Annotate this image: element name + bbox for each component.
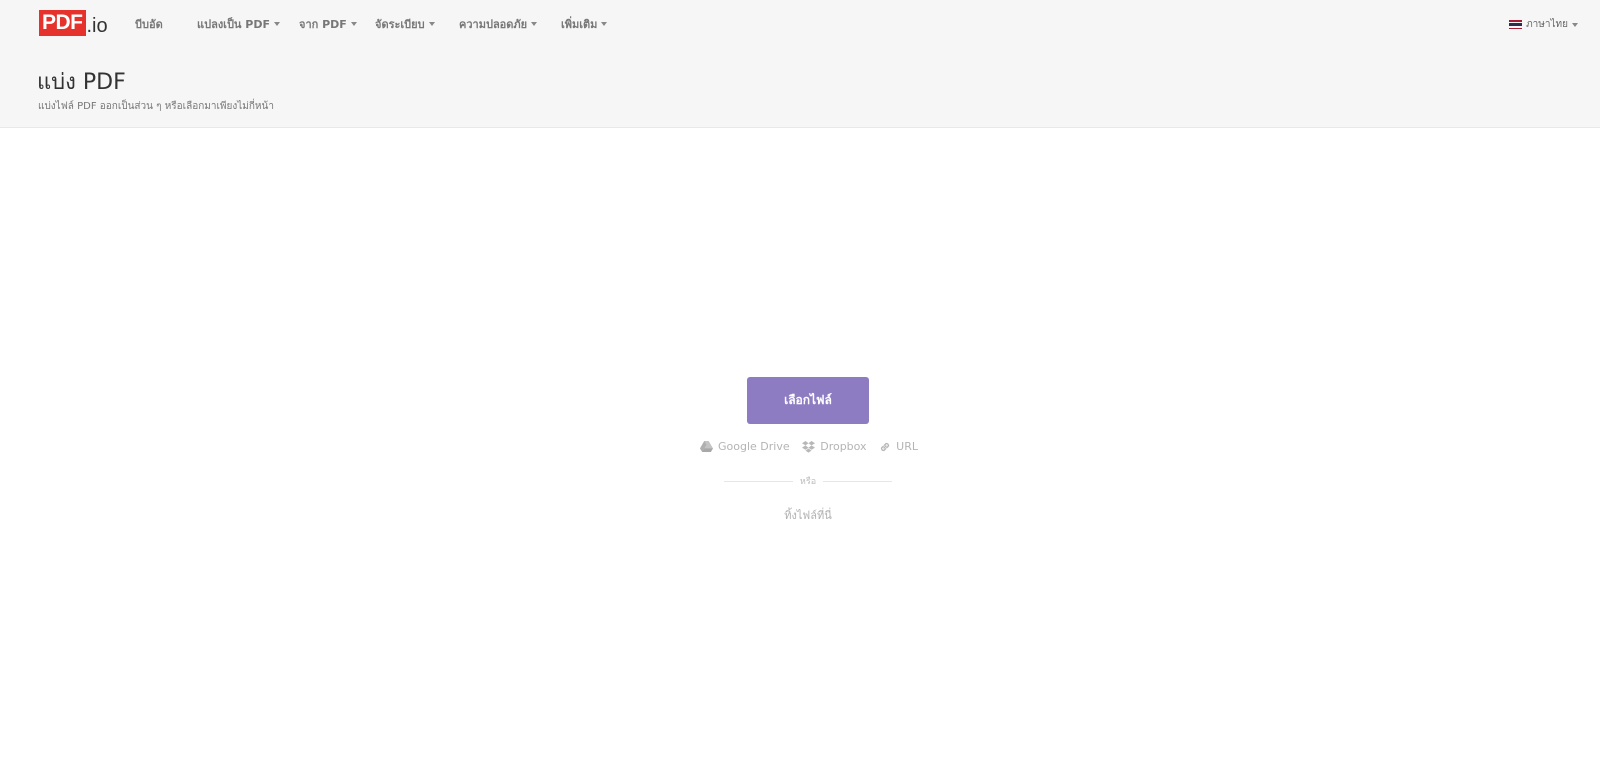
page-subtitle: แบ่งไฟล์ PDF ออกเป็นส่วน ๆ หรือเลือกมาเพ… (38, 101, 274, 112)
nav-convert-to-pdf[interactable]: แปลงเป็น PDF (197, 15, 280, 33)
language-label: ภาษาไทย (1526, 19, 1568, 30)
upload-sources: Google Drive Dropbox URL (700, 440, 918, 453)
thai-flag-icon (1509, 20, 1523, 29)
link-icon (881, 442, 890, 451)
page-title: แบ่ง PDF (37, 70, 126, 95)
google-drive-icon (700, 441, 713, 452)
nav-from-pdf[interactable]: จาก PDF (299, 15, 357, 33)
chevron-down-icon (531, 22, 538, 26)
drop-zone-text: ทิ้งไฟล์ที่นี่ (784, 509, 832, 522)
or-text: หรือ (799, 477, 817, 487)
url-button[interactable]: URL (879, 440, 918, 453)
chevron-down-icon (273, 22, 280, 26)
nav-security-label: ความปลอดภัย (459, 18, 528, 31)
nav-organize[interactable]: จัดระเบียบ (375, 15, 435, 33)
nav-compress-label: บีบอัด (135, 18, 163, 31)
chevron-down-icon (350, 22, 357, 26)
flag-stripe (1509, 27, 1523, 29)
google-drive-button[interactable]: Google Drive (700, 440, 790, 453)
dropbox-label: Dropbox (820, 440, 867, 453)
nav-organize-label: จัดระเบียบ (375, 18, 425, 31)
chevron-down-icon (428, 22, 435, 26)
nav-more[interactable]: เพิ่มเติม (561, 15, 608, 33)
or-divider: หรือ (724, 474, 893, 488)
logo-mark: PDF (39, 10, 86, 36)
google-drive-label: Google Drive (718, 440, 790, 453)
header: PDF .io บีบอัด แปลงเป็น PDF จาก PDF จัดร… (0, 0, 1600, 128)
nav-convert-to-pdf-label: แปลงเป็น PDF (197, 18, 270, 31)
navbar: PDF .io บีบอัด แปลงเป็น PDF จาก PDF จัดร… (0, 0, 1600, 48)
chevron-down-icon (601, 22, 608, 26)
url-label: URL (896, 440, 918, 453)
divider-line-left (724, 480, 793, 482)
dropbox-button[interactable]: Dropbox (802, 440, 867, 453)
divider-line-right (823, 480, 893, 482)
nav-from-pdf-label: จาก PDF (299, 18, 347, 31)
nav-more-label: เพิ่มเติม (561, 18, 598, 31)
logo[interactable]: PDF .io (39, 10, 108, 36)
chevron-down-icon (1572, 22, 1578, 27)
dropbox-icon (802, 440, 816, 453)
nav-compress[interactable]: บีบอัด (135, 15, 163, 33)
choose-file-button[interactable]: เลือกไฟล์ (747, 377, 869, 424)
language-selector[interactable]: ภาษาไทย (1509, 17, 1578, 32)
logo-extension: .io (86, 15, 108, 37)
nav-security[interactable]: ความปลอดภัย (459, 15, 538, 33)
